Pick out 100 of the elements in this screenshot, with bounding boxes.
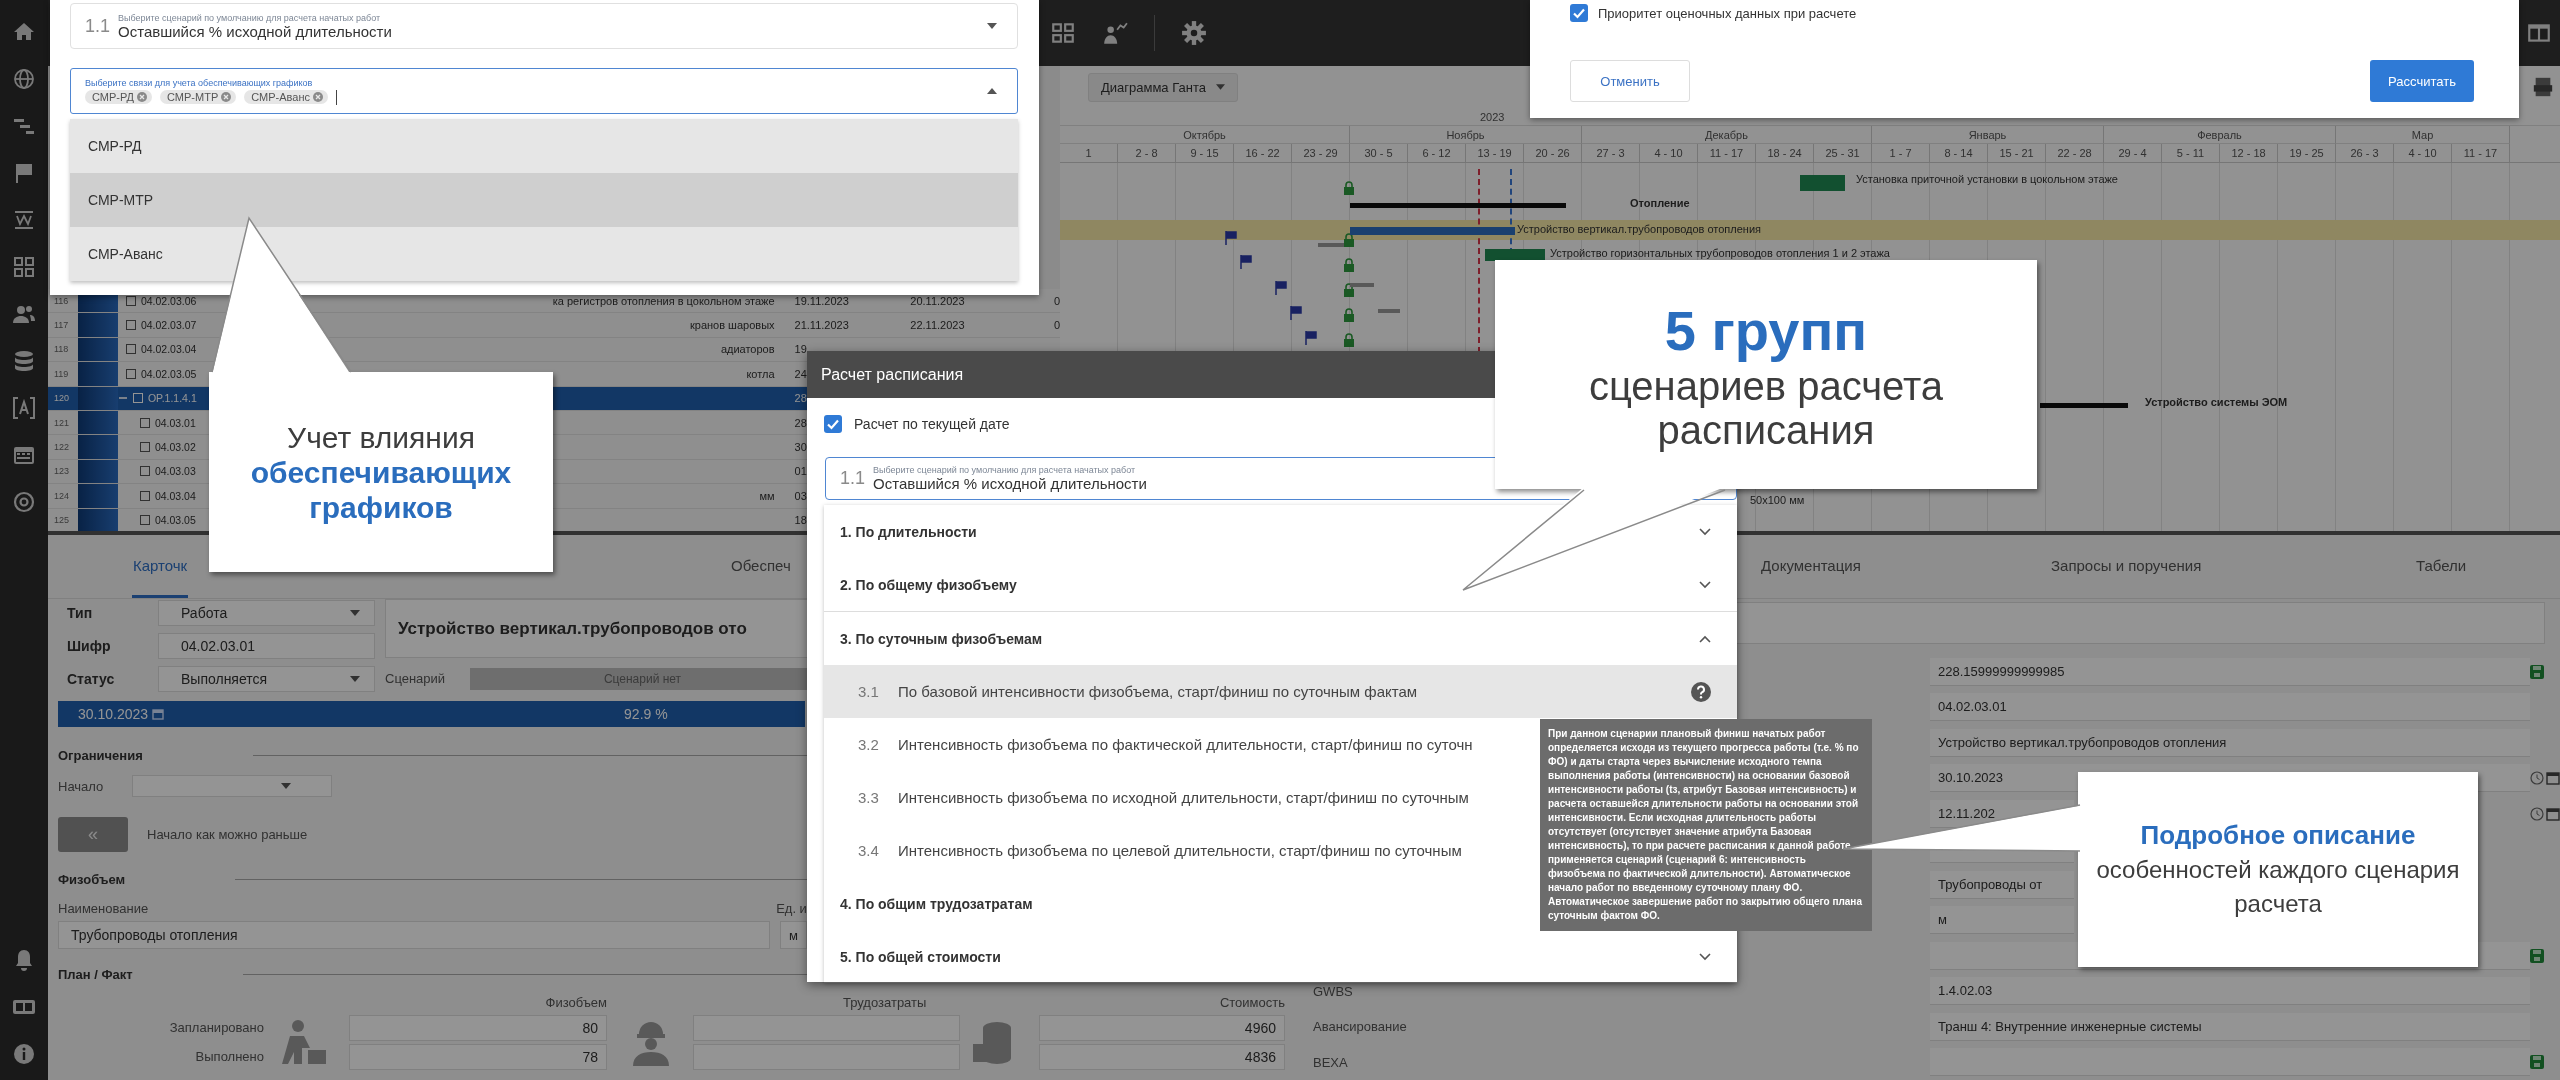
tab[interactable]: Обеспеч bbox=[730, 535, 792, 598]
text-frame-icon[interactable] bbox=[12, 396, 36, 420]
checkbox[interactable] bbox=[125, 320, 136, 331]
save-icon[interactable] bbox=[2530, 664, 2544, 679]
checkbox[interactable] bbox=[824, 415, 842, 433]
checkbox[interactable] bbox=[125, 295, 136, 306]
chip[interactable]: СМР-РД bbox=[85, 90, 153, 104]
property-field[interactable]: Устройство вертикал.трубопроводов отопления bbox=[1930, 728, 2530, 757]
volume-field[interactable]: 80 bbox=[349, 1014, 607, 1041]
caret-icon[interactable] bbox=[987, 88, 997, 94]
chevron-icon[interactable] bbox=[1699, 952, 1711, 961]
checkbox[interactable] bbox=[125, 368, 136, 379]
clock-icon[interactable] bbox=[2530, 771, 2544, 786]
scenario-option[interactable]: 3.1 По базовой интенсивности физобъема, старт/финиш по суточным фактам bbox=[824, 665, 1737, 718]
property-field[interactable]: Трубопроводы от bbox=[1930, 870, 2074, 899]
caret-icon[interactable] bbox=[281, 783, 291, 789]
code-field[interactable]: 04.02.03.01 bbox=[158, 632, 375, 659]
cost-field[interactable]: 4836 bbox=[1039, 1043, 1285, 1070]
gantt-bar bbox=[1378, 309, 1400, 313]
column-header: Трудозатраты bbox=[842, 994, 928, 1010]
remove-icon[interactable] bbox=[137, 92, 148, 102]
row-name: котла bbox=[746, 367, 775, 380]
eye-icon[interactable] bbox=[12, 490, 36, 514]
name-field[interactable]: Трубопроводы отопления bbox=[58, 921, 770, 949]
row-name: ка регистров отопления в цокольном этаже bbox=[552, 294, 775, 307]
chevron-icon[interactable] bbox=[1699, 634, 1711, 643]
caret-icon[interactable] bbox=[987, 23, 997, 29]
checkbox[interactable] bbox=[125, 344, 136, 355]
field-label: Ед. и bbox=[776, 900, 807, 916]
clock-icon[interactable] bbox=[2530, 806, 2544, 821]
property-field[interactable]: Транш 4: Внутренние инженерные системы bbox=[1930, 1012, 2530, 1041]
info-icon[interactable] bbox=[12, 1042, 36, 1066]
status-dropdown[interactable]: Выполняется bbox=[158, 665, 375, 692]
property-field[interactable]: 04.02.03.01 bbox=[1930, 693, 2530, 722]
date-value: 30.10.2023 bbox=[78, 706, 149, 722]
dropdown-option[interactable]: СМР-МТР bbox=[70, 173, 1018, 227]
settings-icon[interactable] bbox=[1181, 20, 1207, 46]
checkbox[interactable] bbox=[1570, 4, 1588, 22]
table-row[interactable]: 117 04.02.03.07 кранов шаровых 21.11.2023 22.11.2023 0 bbox=[48, 313, 1060, 338]
links-multiselect[interactable]: Выберите связи для учета обеспечивающих графиков СМР-РД СМР-МТР СМР-Аванс bbox=[70, 68, 1018, 114]
calculate-button[interactable]: Рассчитать bbox=[2370, 60, 2474, 102]
view-dropdown[interactable]: Диаграмма Ганта bbox=[1088, 72, 1238, 102]
scenario-dropdown[interactable]: 1.1 Выберите сценарий по умолчанию для расчета начатых работ Оставшийся % исходной длительности bbox=[70, 3, 1018, 49]
help-icon[interactable] bbox=[1691, 681, 1711, 702]
caret-icon[interactable] bbox=[350, 609, 360, 616]
checkbox[interactable] bbox=[139, 442, 150, 453]
property-field[interactable]: м bbox=[1930, 906, 2074, 935]
tab[interactable]: Запросы и поручения bbox=[2050, 535, 2203, 598]
cost-field[interactable]: 4960 bbox=[1039, 1014, 1285, 1041]
checkbox[interactable] bbox=[139, 417, 150, 428]
save-icon[interactable] bbox=[2530, 948, 2544, 963]
remove-icon[interactable] bbox=[221, 92, 232, 102]
grid-icon[interactable] bbox=[12, 255, 36, 279]
chevron-icon[interactable] bbox=[1699, 580, 1711, 589]
gantt-bar bbox=[1800, 175, 1845, 191]
caret-icon[interactable] bbox=[350, 675, 360, 682]
row-code: 04.02.03.05 bbox=[140, 367, 197, 380]
calendar-icon[interactable] bbox=[2546, 806, 2560, 821]
property-field[interactable]: 228.15999999999985 bbox=[1930, 657, 2530, 686]
asap-label: Начало как можно раньше bbox=[147, 827, 308, 842]
chip[interactable]: СМР-МТР bbox=[160, 90, 237, 104]
type-dropdown[interactable]: Работа bbox=[158, 599, 375, 626]
scenario-number: 3.3 bbox=[858, 789, 880, 806]
save-icon[interactable] bbox=[2530, 1055, 2544, 1070]
scenario-number: 3.4 bbox=[858, 842, 880, 859]
checkbox[interactable] bbox=[139, 466, 150, 477]
start-dropdown[interactable] bbox=[132, 775, 332, 797]
cancel-button[interactable]: Отменить bbox=[1570, 60, 1690, 102]
accordion-header[interactable]: 1. По длительности bbox=[824, 505, 1737, 558]
start-date: 28 bbox=[794, 416, 807, 429]
tab[interactable]: Документация bbox=[1760, 535, 1862, 598]
volume-field[interactable]: 78 bbox=[349, 1043, 607, 1070]
remove-icon[interactable] bbox=[313, 92, 323, 102]
accordion-header[interactable]: 5. По общей стоимости bbox=[824, 930, 1737, 983]
flag-icon bbox=[1240, 255, 1252, 269]
globe-icon[interactable] bbox=[12, 67, 36, 91]
chevron-icon[interactable] bbox=[1699, 527, 1711, 536]
database-icon[interactable] bbox=[12, 349, 36, 373]
calendar-icon[interactable] bbox=[2546, 771, 2560, 786]
task-label: 50х100 мм bbox=[1750, 494, 1805, 506]
month-label: Мар bbox=[2411, 128, 2434, 141]
pdf-icon[interactable] bbox=[2532, 76, 2554, 98]
property-field[interactable]: 1.4.02.03 bbox=[1930, 977, 2530, 1006]
checkbox[interactable] bbox=[139, 490, 150, 501]
unit-field[interactable]: м bbox=[780, 921, 807, 949]
field-label: Начало bbox=[58, 778, 105, 794]
property-field[interactable] bbox=[1930, 1048, 2530, 1077]
dropdown-option[interactable]: СМР-Аванс bbox=[70, 227, 1018, 281]
grid-icon[interactable] bbox=[1050, 20, 1076, 46]
finish-date: 22.11.2023 bbox=[910, 319, 965, 332]
dropdown-option[interactable]: СМР-РД bbox=[70, 119, 1018, 173]
field-label: Выберите связи для учета обеспечивающих графиков bbox=[85, 77, 314, 88]
row-code: 04.02.03.04 bbox=[140, 343, 197, 356]
tab[interactable]: Табели bbox=[2415, 535, 2468, 598]
chip[interactable]: СМР-Аванс bbox=[244, 90, 328, 104]
person-chart-icon[interactable] bbox=[1102, 20, 1128, 46]
section-heading: Физобъем bbox=[58, 871, 126, 887]
accordion-header[interactable]: 2. По общему физобъему bbox=[824, 558, 1737, 611]
layers-icon[interactable] bbox=[12, 208, 36, 232]
checkbox[interactable] bbox=[139, 515, 150, 526]
